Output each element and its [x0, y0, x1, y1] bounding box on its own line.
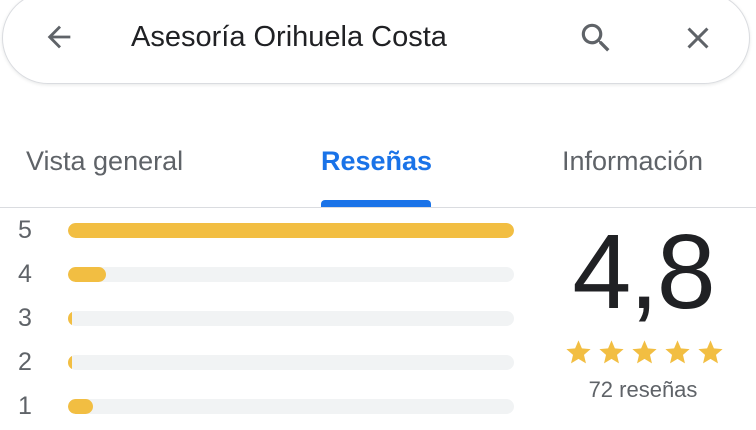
rating-label: 2 [18, 348, 32, 376]
tab-information[interactable]: Información [562, 144, 703, 178]
close-icon [687, 27, 709, 49]
rating-bar-fill [68, 267, 106, 282]
rating-row-3: 3 [0, 296, 540, 340]
rating-bar-track [68, 267, 514, 282]
rating-row-4: 4 [0, 252, 540, 296]
tab-overview[interactable]: Vista general [26, 144, 183, 178]
tab-reviews[interactable]: Reseñas [321, 144, 432, 178]
rating-bar-fill [68, 311, 73, 326]
rating-label: 4 [18, 260, 32, 288]
rating-label: 5 [18, 216, 32, 244]
rating-row-1: 1 [0, 384, 540, 428]
rating-row-2: 2 [0, 340, 540, 384]
rating-summary: 4,8 72 reseñas [540, 208, 756, 430]
star-icon [599, 340, 624, 364]
rating-label: 3 [18, 304, 32, 332]
search-button[interactable] [573, 15, 619, 61]
search-bar[interactable]: Asesoría Orihuela Costa [2, 0, 750, 84]
rating-bar-fill [68, 399, 93, 414]
tab-bar: Vista general Reseñas Información [0, 128, 756, 208]
star-icon [632, 340, 657, 364]
star-icon [566, 340, 591, 364]
rating-bar-track [68, 355, 514, 370]
rating-bar-track [68, 311, 514, 326]
arrow-left-icon [47, 25, 71, 49]
back-button[interactable] [37, 15, 81, 59]
rating-row-5: 5 [0, 208, 540, 252]
active-tab-indicator [321, 200, 431, 207]
rating-distribution: 5 4 3 2 1 [0, 208, 540, 430]
star-icon [665, 340, 690, 364]
rating-bar-fill [68, 223, 514, 238]
close-button[interactable] [675, 15, 721, 61]
star-icon [698, 340, 723, 364]
search-query-text[interactable]: Asesoría Orihuela Costa [131, 19, 447, 55]
rating-label: 1 [18, 392, 32, 420]
search-icon [581, 23, 610, 52]
rating-bar-fill [68, 355, 73, 370]
star-rating [564, 338, 725, 367]
average-rating: 4,8 [572, 213, 715, 331]
review-count-link[interactable]: 72 reseñas [540, 376, 746, 404]
rating-bar-track [68, 223, 514, 238]
rating-bar-track [68, 399, 514, 414]
